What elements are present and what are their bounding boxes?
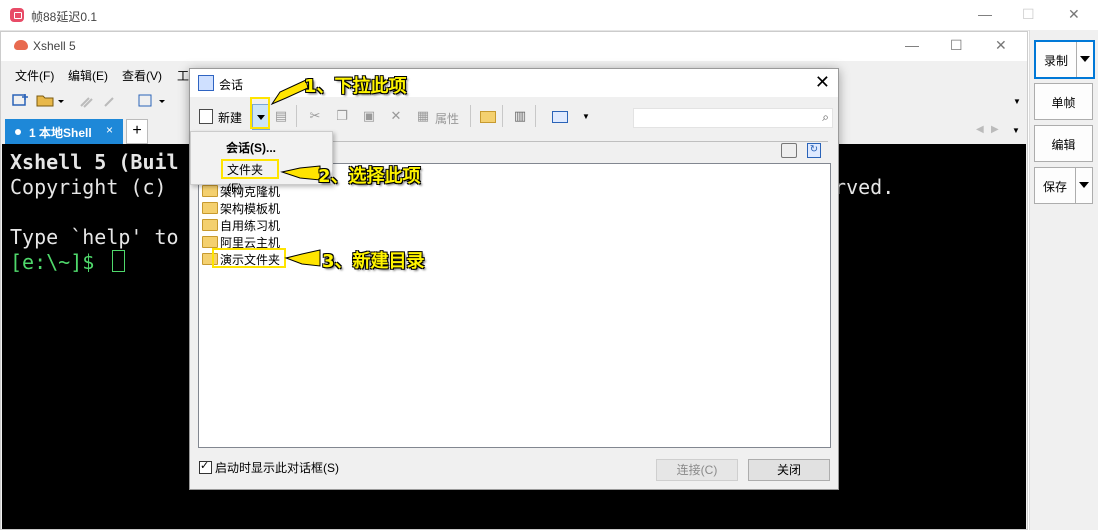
terminal-prompt-line: [e:\~]$ — [10, 250, 126, 274]
list-item[interactable]: 自用练习机 — [202, 217, 280, 233]
view-icon[interactable] — [552, 111, 568, 123]
disconnect-icon — [104, 97, 114, 107]
add-tab-button[interactable]: + — [126, 119, 148, 144]
toolbar-icons[interactable] — [11, 92, 186, 110]
tab-local-shell[interactable]: 1 本地Shell × — [5, 119, 123, 144]
search-icon: ⌕ — [822, 110, 829, 124]
step1-callout: 1、下拉此项 — [304, 76, 407, 97]
dialog-close-icon[interactable]: ✕ — [815, 72, 830, 93]
record-label: 录制 — [1043, 54, 1068, 68]
terminal-cursor — [112, 250, 126, 272]
menu-item-folder[interactable]: 文件夹(F) — [221, 159, 279, 195]
step3-arrow-icon — [284, 249, 321, 267]
list-item[interactable]: 架构模板机 — [202, 200, 280, 216]
single-frame-button[interactable]: 单帧 — [1034, 83, 1093, 120]
copy-icon[interactable]: ❐ — [335, 109, 349, 123]
new-button[interactable]: 新建 — [194, 104, 250, 128]
toolbar-separator — [470, 105, 471, 127]
record-button[interactable]: 录制 — [1034, 40, 1095, 79]
menu-tools[interactable]: 工 — [177, 67, 189, 84]
record-dropdown-icon[interactable] — [1076, 42, 1093, 77]
xshell-title: Xshell 5 — [33, 39, 76, 53]
view-dropdown-icon[interactable]: ▼ — [582, 112, 590, 121]
open-dropdown-icon — [58, 100, 64, 103]
tab-status-icon — [15, 129, 21, 135]
xshell-logo-icon — [14, 40, 28, 50]
new-icon — [199, 109, 213, 124]
close-icon[interactable]: ✕ — [1068, 6, 1080, 23]
menu-edit[interactable]: 编辑(E) — [68, 67, 108, 84]
single-frame-label: 单帧 — [1051, 96, 1076, 110]
save-session-icon[interactable]: ▤ — [274, 109, 288, 123]
checkbox-checked-icon — [199, 459, 212, 474]
terminal-line-3: Type `help' to — [10, 225, 179, 249]
open-folder-icon — [36, 95, 54, 107]
folder-icon — [202, 219, 218, 231]
refresh-icon[interactable]: ↻ — [807, 143, 821, 158]
show-on-startup-checkbox[interactable]: 启动时显示此对话框(S) — [199, 459, 339, 476]
tab-scroll-right-icon[interactable]: ▶ — [991, 124, 999, 135]
session-dialog-icon — [198, 75, 214, 91]
list-item-label: 自用练习机 — [220, 219, 281, 233]
maximize-icon[interactable]: ☐ — [1022, 6, 1035, 23]
menu-item-session[interactable]: 会话(S)... — [226, 139, 276, 156]
toolbar-overflow-icon[interactable]: ▼ — [1013, 97, 1021, 106]
outer-title-bar: 帧88延迟0.1 — ☐ ✕ — [0, 0, 1098, 31]
save-label: 保存 — [1042, 180, 1067, 194]
properties-label[interactable]: 属性 — [435, 110, 459, 127]
tab-list-icon[interactable]: ▼ — [1012, 126, 1020, 135]
folder-icon[interactable] — [480, 111, 496, 123]
folder-up-icon[interactable] — [781, 143, 797, 158]
recorder-logo-icon — [10, 8, 24, 22]
terminal-prompt: [e:\~]$ — [10, 250, 107, 274]
folder-icon — [202, 185, 218, 197]
xshell-minimize-icon[interactable]: — — [905, 37, 919, 53]
session-list[interactable]: 架构克隆机 架构模板机 自用练习机 阿里云主机 演示文件夹 — [198, 163, 831, 448]
xshell-maximize-icon[interactable]: ☐ — [950, 37, 963, 54]
edit-button[interactable]: 编辑 — [1034, 125, 1093, 162]
close-button[interactable]: 关闭 — [748, 459, 830, 481]
recorder-panel: 录制 单帧 编辑 保存 — [1029, 30, 1098, 530]
delete-icon[interactable]: ✕ — [389, 109, 403, 123]
xshell-close-icon[interactable]: ✕ — [995, 37, 1007, 54]
connect-icon — [80, 97, 93, 108]
menu-view[interactable]: 查看(V) — [122, 67, 162, 84]
folder-icon — [202, 202, 218, 214]
new-label: 新建 — [218, 111, 243, 125]
properties-dropdown-icon — [159, 100, 165, 103]
menu-file[interactable]: 文件(F) — [15, 67, 54, 84]
dialog-title: 会话 — [219, 78, 244, 92]
save-button[interactable]: 保存 — [1034, 167, 1093, 204]
properties-icon — [138, 94, 152, 107]
cut-icon[interactable]: ✂ — [308, 109, 322, 123]
folder-icon — [202, 236, 218, 248]
session-search-input[interactable]: ⌕ — [633, 108, 833, 128]
xshell-title-bar: Xshell 5 — ☐ ✕ — [1, 32, 1027, 61]
edit-label: 编辑 — [1051, 138, 1076, 152]
paste-icon[interactable]: ▣ — [362, 109, 376, 123]
properties-icon[interactable]: ▦ — [416, 109, 430, 123]
toolbar-separator — [502, 105, 503, 127]
show-on-startup-label: 启动时显示此对话框(S) — [215, 461, 339, 475]
outer-window-title: 帧88延迟0.1 — [31, 10, 98, 24]
connect-button[interactable]: 连接(C) — [656, 459, 738, 481]
tab-label: 1 本地Shell — [29, 126, 92, 140]
layout-icon[interactable]: ▥ — [513, 109, 527, 123]
toolbar-separator — [535, 105, 536, 127]
step3-callout: 3、新建目录 — [322, 251, 425, 272]
save-dropdown-icon[interactable] — [1075, 168, 1092, 203]
tab-scroll-left-icon[interactable]: ◀ — [976, 124, 984, 135]
minimize-icon[interactable]: — — [978, 6, 992, 22]
terminal-line-2: Copyright (c) — [10, 175, 179, 199]
step2-callout: 2、选择此项 — [318, 166, 421, 187]
list-item-label: 架构模板机 — [220, 202, 281, 216]
tab-close-icon[interactable]: × — [106, 123, 113, 137]
step3-highlight — [212, 248, 286, 268]
terminal-line-1: Xshell 5 (Buil — [10, 150, 179, 174]
